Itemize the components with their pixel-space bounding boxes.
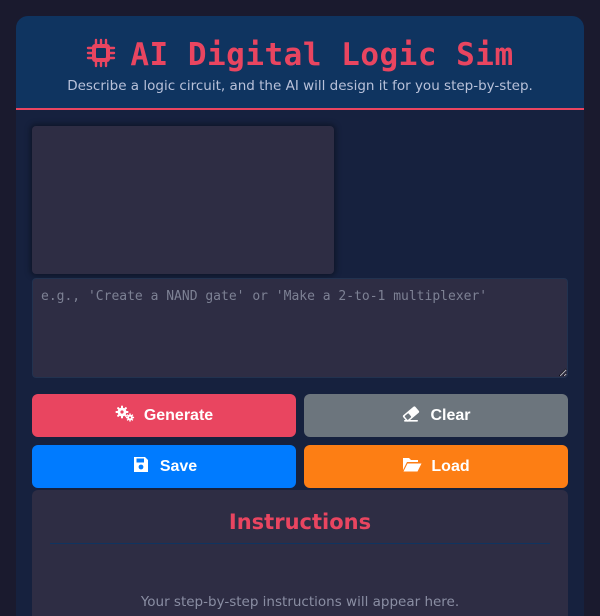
app-container: AI Digital Logic Sim Describe a logic ci… [16,16,584,616]
clear-button-label: Clear [430,406,471,424]
generate-button-label: Generate [143,406,214,424]
eraser-icon [401,405,421,427]
clear-button[interactable]: Clear [304,394,568,437]
load-button-label: Load [431,457,470,475]
title-row: AI Digital Logic Sim [16,36,584,74]
save-button-label: Save [159,457,198,475]
circuit-prompt-input[interactable] [32,278,568,378]
page-subtitle: Describe a logic circuit, and the AI wil… [67,78,533,94]
instructions-panel: Instructions Your step-by-step instructi… [32,490,568,616]
circuit-canvas[interactable] [32,126,334,274]
floppy-disk-icon [131,456,151,478]
save-button[interactable]: Save [32,445,296,488]
instructions-placeholder: Your step-by-step instructions will appe… [140,594,460,610]
gears-icon [115,405,135,427]
header: AI Digital Logic Sim Describe a logic ci… [16,16,584,110]
folder-open-icon [402,456,422,478]
page-title: AI Digital Logic Sim [130,37,514,73]
instructions-title: Instructions [228,510,372,534]
load-button[interactable]: Load [304,445,568,488]
microchip-icon [86,38,116,72]
instructions-divider [50,543,550,544]
generate-button[interactable]: Generate [32,394,296,437]
